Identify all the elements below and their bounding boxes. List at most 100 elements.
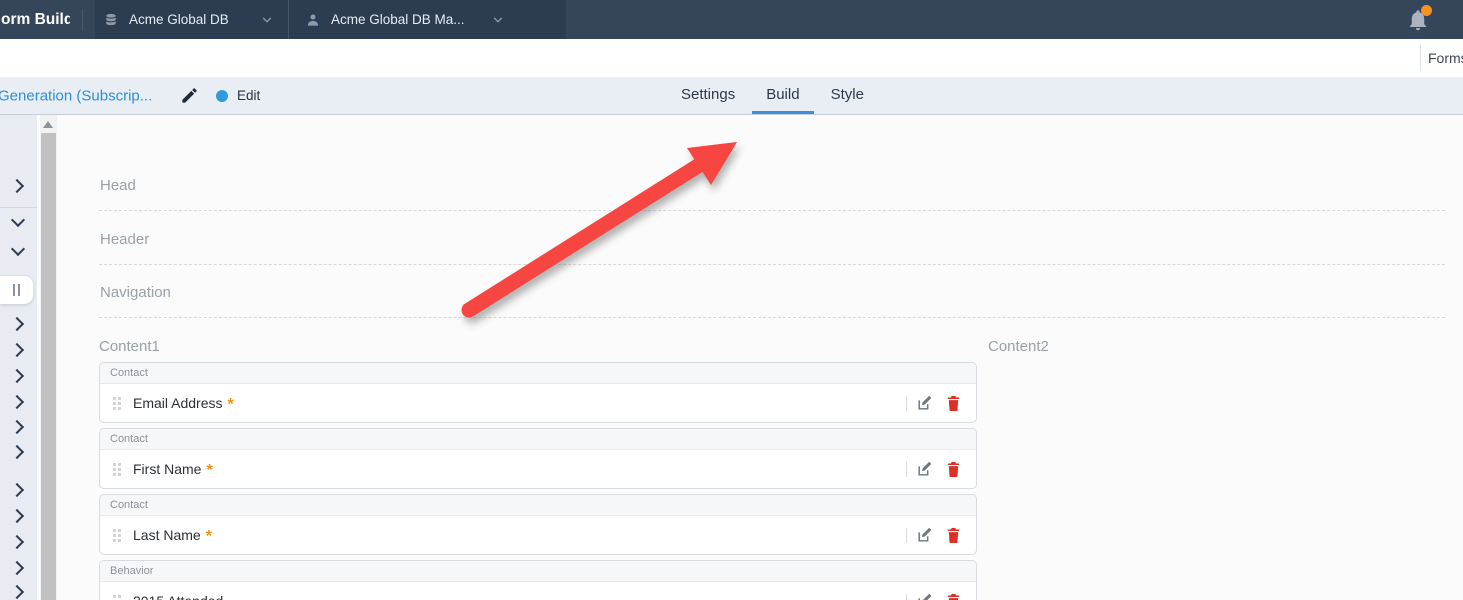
rename-form-button[interactable] xyxy=(180,86,199,105)
section-head[interactable]: Head xyxy=(99,115,1445,211)
chevron-right-icon[interactable] xyxy=(10,420,24,434)
delete-field-button[interactable] xyxy=(946,395,961,412)
drag-handle-icon[interactable] xyxy=(113,595,121,600)
form-toolbar: Generation (Subscrip... Edit Settings Bu… xyxy=(0,77,1463,115)
vertical-scrollbar[interactable] xyxy=(40,115,57,600)
notifications-bell[interactable] xyxy=(1406,7,1430,33)
field-row: Email Address * xyxy=(100,384,976,422)
chevron-down-icon[interactable] xyxy=(11,242,25,256)
drag-handle-icon[interactable] xyxy=(113,463,121,476)
field-card-last-name[interactable]: Contact Last Name * xyxy=(99,494,977,555)
delete-field-button[interactable] xyxy=(946,461,961,478)
field-row: First Name * xyxy=(100,450,976,488)
tab-build[interactable]: Build xyxy=(752,77,813,114)
required-asterisk: * xyxy=(227,396,233,414)
top-app-bar: orm Builder Acme Global DB Acme Global D… xyxy=(0,0,1463,39)
chevron-right-icon[interactable] xyxy=(10,317,24,331)
section-header[interactable]: Header xyxy=(99,211,1445,265)
scroll-up-arrow-icon[interactable] xyxy=(43,121,53,128)
status-dot-icon xyxy=(216,90,228,102)
content2-column: Content2 xyxy=(988,338,1445,355)
status-label: Edit xyxy=(237,88,260,103)
field-group-label: Contact xyxy=(100,363,976,384)
sidebar-divider xyxy=(0,207,37,208)
chevron-right-icon[interactable] xyxy=(10,535,24,549)
status-badge: Edit xyxy=(216,77,260,114)
chevron-right-icon[interactable] xyxy=(10,585,24,599)
edit-field-button[interactable] xyxy=(916,395,933,412)
chevron-right-icon[interactable] xyxy=(10,369,24,383)
form-name[interactable]: Generation (Subscrip... xyxy=(0,87,152,104)
field-row: 2015 Attended xyxy=(100,582,976,600)
collapsed-left-panel xyxy=(0,115,37,600)
field-card-email-address[interactable]: Contact Email Address * xyxy=(99,362,977,423)
field-card-first-name[interactable]: Contact First Name * xyxy=(99,428,977,489)
trash-icon xyxy=(946,527,961,544)
chevron-right-icon[interactable] xyxy=(10,561,24,575)
marketing-database-dropdown[interactable]: Acme Global DB Ma... xyxy=(289,0,566,39)
workspace-dropdown[interactable]: Acme Global DB xyxy=(95,0,288,39)
context-dropdowns: Acme Global DB Acme Global DB Ma... xyxy=(95,0,566,39)
trash-icon xyxy=(946,593,961,600)
tab-style[interactable]: Style xyxy=(817,77,878,114)
field-group-label: Behavior xyxy=(100,561,976,582)
section-label: Head xyxy=(100,177,136,194)
chevron-down-icon[interactable] xyxy=(11,213,25,227)
chevron-down-icon xyxy=(260,13,274,27)
edit-field-button[interactable] xyxy=(916,527,933,544)
required-asterisk: * xyxy=(206,462,212,480)
notification-badge xyxy=(1421,5,1432,16)
pencil-icon xyxy=(180,86,199,105)
panel-resize-handle[interactable] xyxy=(0,276,33,304)
actions-divider xyxy=(906,528,907,543)
database-icon xyxy=(103,12,119,28)
field-label: 2015 Attended xyxy=(133,593,223,600)
scrollbar-thumb[interactable] xyxy=(41,133,56,600)
chevron-right-icon[interactable] xyxy=(10,395,24,409)
edit-field-button[interactable] xyxy=(916,461,933,478)
field-group-label: Contact xyxy=(100,495,976,516)
builder-body: Head Header Navigation Content1 Contact … xyxy=(0,115,1463,600)
field-label: First Name xyxy=(133,461,201,477)
content-columns: Content1 Contact Email Address * xyxy=(99,318,1445,600)
column-label: Content1 xyxy=(99,338,977,355)
drag-handle-icon[interactable] xyxy=(113,529,121,542)
tab-settings[interactable]: Settings xyxy=(667,77,749,114)
edit-field-button[interactable] xyxy=(916,593,933,600)
marketing-database-label: Acme Global DB Ma... xyxy=(331,12,465,27)
trash-icon xyxy=(946,395,961,412)
actions-divider xyxy=(906,594,907,600)
edit-icon xyxy=(916,395,933,412)
chevron-right-icon[interactable] xyxy=(10,445,24,459)
actions-divider xyxy=(906,462,907,477)
nav-divider xyxy=(1420,45,1421,71)
form-tabs: Settings Build Style xyxy=(667,77,878,114)
trash-icon xyxy=(946,461,961,478)
chevron-down-icon xyxy=(491,13,505,27)
forms-breadcrumb[interactable]: Forms xyxy=(1428,50,1463,66)
actions-divider xyxy=(906,396,907,411)
field-row: Last Name * xyxy=(100,516,976,554)
workspace-label: Acme Global DB xyxy=(129,12,229,27)
chevron-right-icon[interactable] xyxy=(10,509,24,523)
app-title: orm Builder xyxy=(0,11,70,29)
delete-field-button[interactable] xyxy=(946,593,961,600)
field-label: Email Address xyxy=(133,395,222,411)
field-group-label: Contact xyxy=(100,429,976,450)
topbar-divider xyxy=(82,9,83,31)
edit-icon xyxy=(916,527,933,544)
chevron-right-icon[interactable] xyxy=(10,343,24,357)
form-canvas: Head Header Navigation Content1 Contact … xyxy=(57,115,1463,600)
delete-field-button[interactable] xyxy=(946,527,961,544)
field-label: Last Name xyxy=(133,527,201,543)
person-icon xyxy=(305,12,321,28)
column-label: Content2 xyxy=(988,338,1445,355)
required-asterisk: * xyxy=(206,528,212,546)
drag-handle-icon[interactable] xyxy=(113,397,121,410)
edit-icon xyxy=(916,593,933,600)
section-navigation[interactable]: Navigation xyxy=(99,265,1445,318)
chevron-right-icon[interactable] xyxy=(10,179,24,193)
field-card-2015-attended[interactable]: Behavior 2015 Attended xyxy=(99,560,977,600)
form-builder-page: orm Builder Acme Global DB Acme Global D… xyxy=(0,0,1463,600)
chevron-right-icon[interactable] xyxy=(10,483,24,497)
